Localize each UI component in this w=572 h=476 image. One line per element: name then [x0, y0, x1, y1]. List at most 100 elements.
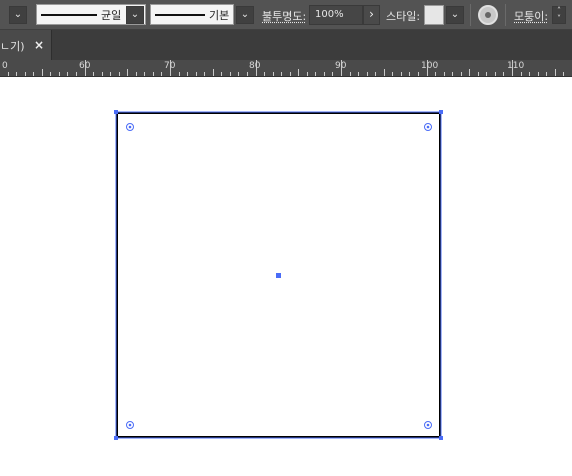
ruler-tick	[323, 72, 325, 76]
style-label: 스타일:	[386, 10, 421, 23]
ruler-tick	[452, 72, 454, 76]
ruler-label: 100	[421, 61, 439, 71]
ruler-tick	[435, 72, 437, 76]
corner-widget-icon[interactable]	[424, 421, 432, 429]
ruler-tick	[443, 72, 445, 76]
ruler-tick	[289, 72, 291, 76]
ruler-label: 110	[507, 61, 525, 71]
ruler-tick	[238, 72, 240, 76]
ruler-tick	[264, 72, 266, 76]
close-icon[interactable]: ×	[34, 38, 44, 52]
toolbar-divider	[505, 4, 506, 26]
ruler-tick	[272, 72, 274, 76]
selection-handle-bottom-right[interactable]	[439, 436, 443, 440]
artboard-svg	[114, 110, 443, 440]
ruler-tick	[400, 72, 402, 76]
ruler-tick	[469, 69, 471, 76]
ruler-tick	[315, 72, 317, 76]
document-tab[interactable]: ㄴ기) ×	[0, 30, 52, 60]
corner-widget-icon[interactable]	[126, 123, 134, 131]
ruler-tick	[409, 72, 411, 76]
center-point-icon[interactable]	[276, 273, 281, 278]
ruler-tick	[101, 72, 103, 76]
chevron-down-icon[interactable]: ⌄	[446, 6, 464, 24]
ruler-tick	[503, 72, 505, 76]
ruler-label: 90	[335, 61, 347, 71]
ruler-label: 60	[79, 61, 91, 71]
chevron-down-icon[interactable]: ⌄	[9, 6, 27, 24]
document-tab-bar: ㄴ기) ×	[0, 30, 572, 60]
ruler-tick	[50, 72, 52, 76]
selection-handle-top-right[interactable]	[439, 110, 443, 114]
ruler-tick	[195, 72, 197, 76]
chevron-down-icon[interactable]: ⌄	[236, 6, 254, 24]
ruler-label: 70	[164, 61, 176, 71]
ruler-tick	[221, 72, 223, 76]
ruler-tick	[212, 69, 214, 76]
ruler-tick	[67, 72, 69, 76]
corner-widget-icon[interactable]	[126, 421, 134, 429]
ruler-tick	[161, 72, 163, 76]
ruler-tick	[118, 72, 120, 76]
ruler-tick	[127, 69, 129, 76]
ruler-tick	[375, 72, 377, 76]
ruler-tick	[58, 72, 60, 76]
chevron-down-icon[interactable]: ⌄	[126, 6, 144, 24]
stroke-cap-label: 균일	[101, 9, 122, 22]
ruler-tick	[529, 72, 531, 76]
ruler-tick	[135, 72, 137, 76]
ruler-tick	[7, 72, 9, 76]
ruler-tick	[246, 72, 248, 76]
opacity-input[interactable]: 100%	[309, 5, 363, 25]
ruler-tick	[24, 72, 26, 76]
selection-handle-top-left[interactable]	[114, 110, 118, 114]
ruler-tick	[152, 72, 154, 76]
ruler-tick	[281, 72, 283, 76]
stroke-line-icon	[155, 14, 205, 16]
ruler-tick	[417, 72, 419, 76]
ruler-tick	[93, 72, 95, 76]
ruler-tick	[144, 72, 146, 76]
ruler-tick	[110, 72, 112, 76]
ruler-tick	[554, 69, 556, 76]
ruler-tick	[383, 69, 385, 76]
ruler-tick	[41, 69, 43, 76]
ruler-tick	[332, 72, 334, 76]
ruler-tick	[33, 72, 35, 76]
corners-label[interactable]: 모퉁이:	[514, 8, 548, 24]
ruler-tick	[229, 72, 231, 76]
stroke-line-icon	[41, 14, 97, 16]
opacity-label[interactable]: 불투명도:	[262, 8, 306, 24]
ruler-tick	[537, 72, 539, 76]
ruler-tick	[187, 72, 189, 76]
ruler-tick	[366, 72, 368, 76]
ruler-label: 0	[2, 61, 8, 71]
ruler-tick	[460, 72, 462, 76]
chevron-right-icon[interactable]: ›	[363, 5, 380, 25]
stepper-icon[interactable]: ˄ ˅	[552, 6, 566, 24]
ruler-tick	[358, 72, 360, 76]
canvas[interactable]	[0, 77, 572, 476]
ruler-tick	[546, 72, 548, 76]
stroke-style-label: 기본	[209, 9, 230, 22]
style-swatch[interactable]	[424, 5, 444, 25]
ruler-tick	[477, 72, 479, 76]
ruler-tick	[494, 72, 496, 76]
ruler-tick	[520, 72, 522, 76]
ruler-tick	[75, 72, 77, 76]
ruler-tick	[306, 72, 308, 76]
ruler-tick	[298, 69, 300, 76]
corner-widget-icon[interactable]	[424, 123, 432, 131]
ruler-tick	[178, 72, 180, 76]
document-tab-label: ㄴ기)	[0, 40, 25, 53]
stroke-style-preview[interactable]: 기본	[150, 4, 234, 25]
ruler-tick	[16, 72, 18, 76]
ruler-label: 80	[249, 61, 261, 71]
recolor-icon[interactable]	[478, 5, 498, 25]
ruler-tick	[349, 72, 351, 76]
horizontal-ruler[interactable]: 0 60 70 80 90 100 110	[0, 60, 572, 77]
ruler-tick	[392, 72, 394, 76]
ruler-tick	[204, 72, 206, 76]
selection-handle-bottom-left[interactable]	[114, 436, 118, 440]
ruler-tick	[563, 72, 565, 76]
